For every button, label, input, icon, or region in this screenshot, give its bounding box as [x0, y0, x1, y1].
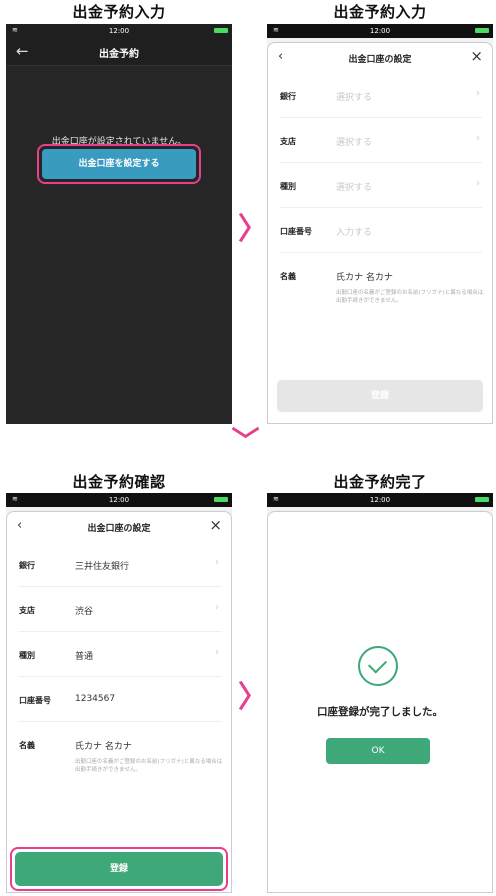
branch-placeholder: 選択する [336, 138, 373, 148]
account-number-value[interactable]: 1234567 [75, 694, 115, 704]
nav-bar: ← 出金予約 [6, 38, 232, 66]
chevron-right-icon: › [215, 602, 219, 613]
name-value: 氏カナ 名カナ [75, 742, 132, 752]
heading-screen2: 出金予約入力 [333, 3, 427, 21]
status-bar: ≋ 12:00 [267, 493, 493, 507]
form-sheet: ‹ 出金口座の設定 × 銀行 三井住友銀行 › 支店 渋谷 › 種別 普通 › … [6, 511, 232, 893]
chevron-right-icon: › [476, 133, 480, 144]
sheet-header: ‹ 出金口座の設定 × [7, 512, 231, 542]
row-account-number[interactable]: 口座番号 1234567 [19, 677, 221, 722]
check-circle-icon [358, 646, 398, 686]
status-bar: ≋ 12:00 [267, 24, 493, 38]
flow-arrow-right-icon: 〉 [238, 680, 268, 715]
status-bar: ≋ 12:00 [6, 493, 232, 507]
branch-value: 渋谷 [75, 607, 94, 617]
bank-value: 三井住友銀行 [75, 562, 130, 572]
row-branch[interactable]: 支店 渋谷 › [19, 587, 221, 632]
bank-placeholder: 選択する [336, 93, 373, 103]
register-button[interactable]: 登録 [15, 852, 223, 886]
row-bank[interactable]: 銀行 三井住友銀行 › [19, 542, 221, 587]
row-type[interactable]: 種別 選択する › [280, 163, 482, 208]
chevron-right-icon: › [476, 88, 480, 99]
row-branch[interactable]: 支店 選択する › [280, 118, 482, 163]
account-number-input[interactable]: 入力する [336, 225, 372, 238]
complete-sheet: 口座登録が完了しました。 OK [267, 511, 493, 893]
battery-icon [475, 497, 489, 502]
screen-account-form: ≋ 12:00 ‹ 出金口座の設定 × 銀行 選択する › 支店 選択する › … [267, 24, 493, 424]
screen-no-account: ≋ 12:00 ← 出金予約 出金口座が設定されていません。 出金口座を設定する [6, 24, 232, 424]
sheet-title: 出金口座の設定 [87, 524, 151, 534]
screen-complete: ≋ 12:00 口座登録が完了しました。 OK [267, 493, 493, 893]
close-icon[interactable]: × [470, 47, 483, 65]
flow-arrow-right-icon: 〉 [238, 212, 268, 247]
row-bank[interactable]: 銀行 選択する › [280, 73, 482, 118]
heading-screen4: 出金予約完了 [333, 473, 427, 491]
close-icon[interactable]: × [209, 516, 222, 534]
sheet-title: 出金口座の設定 [348, 55, 412, 65]
name-note: 出勤口座の名義がご登録のお名前(フリガナ)と異なる場合は出勤手続きができません。 [75, 759, 223, 773]
nav-title: 出金予約 [99, 49, 139, 60]
set-account-button[interactable]: 出金口座を設定する [42, 149, 196, 179]
name-value: 氏カナ 名カナ [336, 273, 393, 283]
type-value: 普通 [75, 652, 94, 662]
ok-button[interactable]: OK [326, 738, 430, 764]
battery-icon [214, 28, 228, 33]
chevron-right-icon: › [215, 647, 219, 658]
name-note: 出勤口座の名義がご登録のお名前(フリガナ)と異なる場合は出勤手続きができません。 [336, 290, 484, 304]
heading-screen1: 出金予約入力 [72, 3, 166, 21]
form-sheet: ‹ 出金口座の設定 × 銀行 選択する › 支店 選択する › 種別 選択する … [267, 42, 493, 424]
heading-screen3: 出金予約確認 [72, 473, 166, 491]
flow-arrow-down-icon: 〉 [228, 425, 262, 455]
screen-account-confirm: ≋ 12:00 ‹ 出金口座の設定 × 銀行 三井住友銀行 › 支店 渋谷 › … [6, 493, 232, 893]
register-button-disabled[interactable]: 登録 [277, 380, 483, 412]
battery-icon [475, 28, 489, 33]
row-type[interactable]: 種別 普通 › [19, 632, 221, 677]
battery-icon [214, 497, 228, 502]
row-account-number[interactable]: 口座番号 入力する [280, 208, 482, 253]
complete-message: 口座登録が完了しました。 [317, 706, 443, 718]
chevron-right-icon: › [215, 557, 219, 568]
status-bar: ≋ 12:00 [6, 24, 232, 38]
type-placeholder: 選択する [336, 183, 373, 193]
row-name: 名義 氏カナ 名カナ 出勤口座の名義がご登録のお名前(フリガナ)と異なる場合は出… [19, 722, 222, 812]
chevron-right-icon: › [476, 178, 480, 189]
row-name: 名義 氏カナ 名カナ 出勤口座の名義がご登録のお名前(フリガナ)と異なる場合は出… [280, 253, 483, 343]
sheet-header: ‹ 出金口座の設定 × [268, 43, 492, 73]
